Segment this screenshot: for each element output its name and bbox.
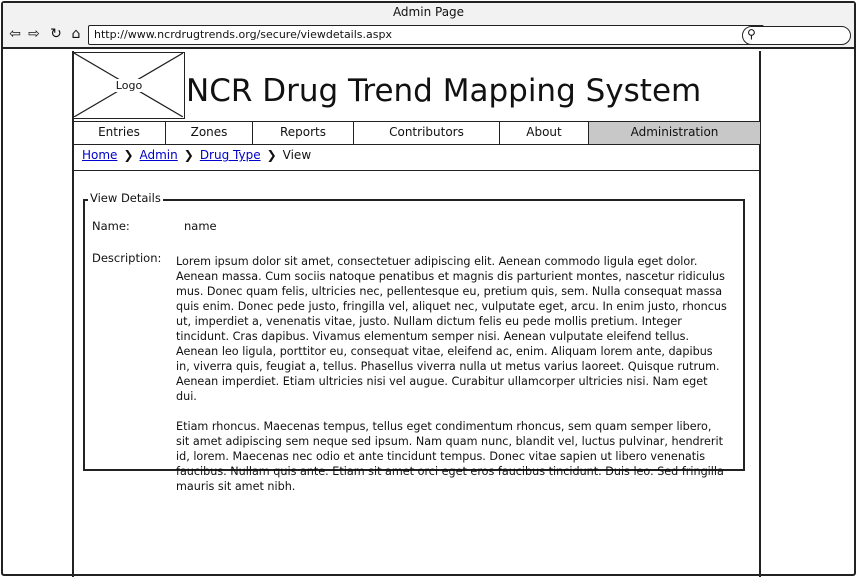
- search-icon: ⚲: [747, 27, 756, 41]
- tab-about[interactable]: About: [500, 122, 589, 144]
- description-label: Description:: [92, 251, 162, 265]
- description-paragraph: Etiam rhoncus. Maecenas tempus, tellus e…: [176, 420, 724, 493]
- logo: Logo: [73, 52, 185, 119]
- chevron-right-icon: ❯: [123, 148, 134, 162]
- logo-label: Logo: [113, 79, 145, 92]
- breadcrumb-drug-type[interactable]: Drug Type: [200, 148, 261, 162]
- breadcrumb-current: View: [282, 148, 312, 162]
- back-arrow-icon[interactable]: ⇦: [6, 25, 24, 43]
- breadcrumb-home[interactable]: Home: [82, 148, 117, 162]
- browser-toolbar: Admin Page ⇦ ⇨ ↻ ⌂ http://www.ncrdrugtre…: [3, 3, 854, 49]
- address-bar[interactable]: http://www.ncrdrugtrends.org/secure/view…: [88, 25, 764, 45]
- description-paragraph: Lorem ipsum dolor sit amet, consectetuer…: [176, 255, 727, 403]
- breadcrumb-admin[interactable]: Admin: [140, 148, 178, 162]
- fieldset-legend: View Details: [88, 191, 163, 205]
- reload-icon[interactable]: ↻: [47, 25, 65, 43]
- tab-entries[interactable]: Entries: [73, 122, 166, 144]
- tab-reports[interactable]: Reports: [253, 122, 354, 144]
- tab-zones[interactable]: Zones: [166, 122, 253, 144]
- name-label: Name:: [92, 219, 130, 233]
- forward-arrow-icon[interactable]: ⇨: [25, 25, 43, 43]
- main-nav: Entries Zones Reports Contributors About…: [73, 121, 760, 145]
- tab-administration[interactable]: Administration: [589, 122, 760, 144]
- browser-search-input[interactable]: ⚲: [742, 26, 851, 45]
- tab-contributors[interactable]: Contributors: [354, 122, 500, 144]
- divider: [73, 170, 760, 171]
- name-value: name: [184, 219, 217, 233]
- description-value: Lorem ipsum dolor sit amet, consectetuer…: [176, 254, 728, 509]
- window-title: Admin Page: [392, 5, 465, 19]
- chevron-right-icon: ❯: [266, 148, 277, 162]
- breadcrumb: Home ❯ Admin ❯ Drug Type ❯ View: [82, 148, 311, 162]
- chevron-right-icon: ❯: [183, 148, 194, 162]
- site-title: NCR Drug Trend Mapping System: [186, 73, 702, 109]
- home-icon[interactable]: ⌂: [67, 25, 85, 43]
